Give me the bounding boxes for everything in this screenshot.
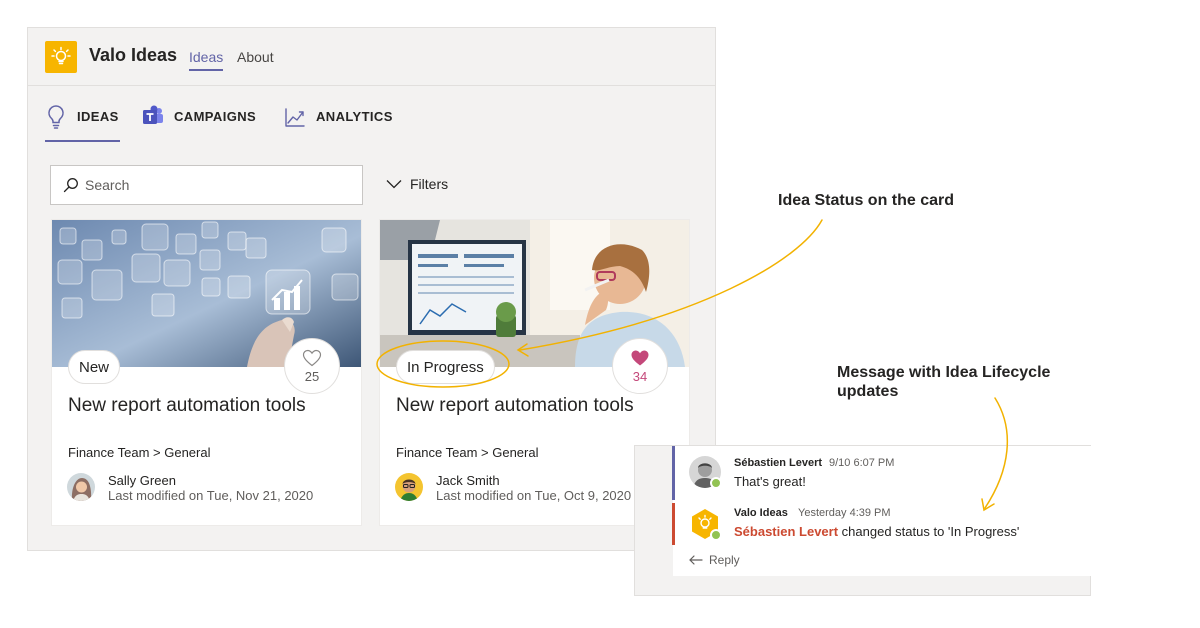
card-title: New report automation tools (396, 395, 634, 416)
card-modified-date: Last modified on Tue, Oct 9, 2020 (436, 488, 632, 503)
nav-campaigns[interactable]: CAMPAIGNS (142, 104, 256, 142)
nav-campaigns-label: CAMPAIGNS (174, 109, 257, 124)
filters-label: Filters (410, 176, 449, 192)
message-accent-bar (672, 446, 675, 500)
line-chart-icon (285, 108, 305, 127)
chat-panel: Sébastien Levert 9/10 6:07 PM That's gre… (634, 445, 1092, 596)
search-icon (63, 178, 78, 193)
message-text: That's great! (734, 474, 806, 489)
annotation-lifecycle: Message with Idea Lifecycle updates (837, 364, 1051, 400)
heart-outline-icon (302, 349, 322, 366)
filters-button[interactable]: Filters (386, 176, 448, 192)
avatar (67, 473, 95, 501)
user-mention[interactable]: Sébastien Levert (734, 524, 838, 539)
card-team: Finance Team > General (396, 445, 539, 460)
card-author: Jack Smith (436, 473, 500, 488)
message-accent-bar-important (672, 503, 675, 545)
valo-logo-icon (45, 41, 77, 73)
nav-analytics-label: ANALYTICS (316, 109, 393, 124)
avatar (395, 473, 423, 501)
card-modified-date: Last modified on Tue, Nov 21, 2020 (108, 488, 314, 503)
tab-ideas[interactable]: Ideas (189, 49, 224, 71)
message-time: Yesterday 4:39 PM (798, 507, 891, 519)
message-sender: Valo Ideas (734, 507, 788, 519)
card-team: Finance Team > General (68, 445, 211, 460)
reply-button[interactable]: Reply (689, 553, 740, 567)
search-box[interactable] (50, 165, 363, 205)
card-author: Sally Green (108, 473, 176, 488)
presence-available-icon (710, 529, 722, 541)
like-button[interactable]: 25 (284, 338, 340, 394)
status-badge: In Progress (396, 350, 495, 384)
nav-ideas-label: IDEAS (77, 109, 119, 124)
card-title: New report automation tools (68, 395, 306, 416)
chevron-down-icon (386, 180, 402, 189)
like-button[interactable]: 34 (612, 338, 668, 394)
nav-analytics[interactable]: ANALYTICS (284, 104, 393, 142)
like-count: 34 (632, 368, 648, 384)
message-text-body: changed status to 'In Progress' (841, 524, 1020, 539)
idea-card[interactable]: New 25 New report automation tools Finan… (51, 219, 362, 526)
teams-icon (143, 105, 163, 124)
message-time: 9/10 6:07 PM (829, 457, 895, 469)
tab-about[interactable]: About (237, 49, 274, 65)
heart-filled-icon (631, 350, 649, 365)
presence-available-icon (710, 477, 722, 489)
app-header: Valo Ideas Ideas About (28, 28, 715, 86)
app-title: Valo Ideas (89, 45, 178, 65)
status-badge: New (68, 350, 121, 384)
lightbulb-icon (48, 105, 64, 129)
annotation-card-status: Idea Status on the card (778, 192, 955, 209)
search-input[interactable] (85, 177, 345, 193)
reply-arrow-icon (689, 555, 703, 565)
nav-ideas[interactable]: IDEAS (45, 104, 120, 142)
valo-ideas-app: Valo Ideas Ideas About IDEAS CAMPAIGNS A… (27, 27, 716, 551)
reply-label: Reply (709, 553, 740, 567)
message-sender: Sébastien Levert (734, 457, 823, 469)
message-text: Sébastien Levert changed status to 'In P… (734, 524, 1019, 539)
like-count: 25 (304, 368, 320, 384)
